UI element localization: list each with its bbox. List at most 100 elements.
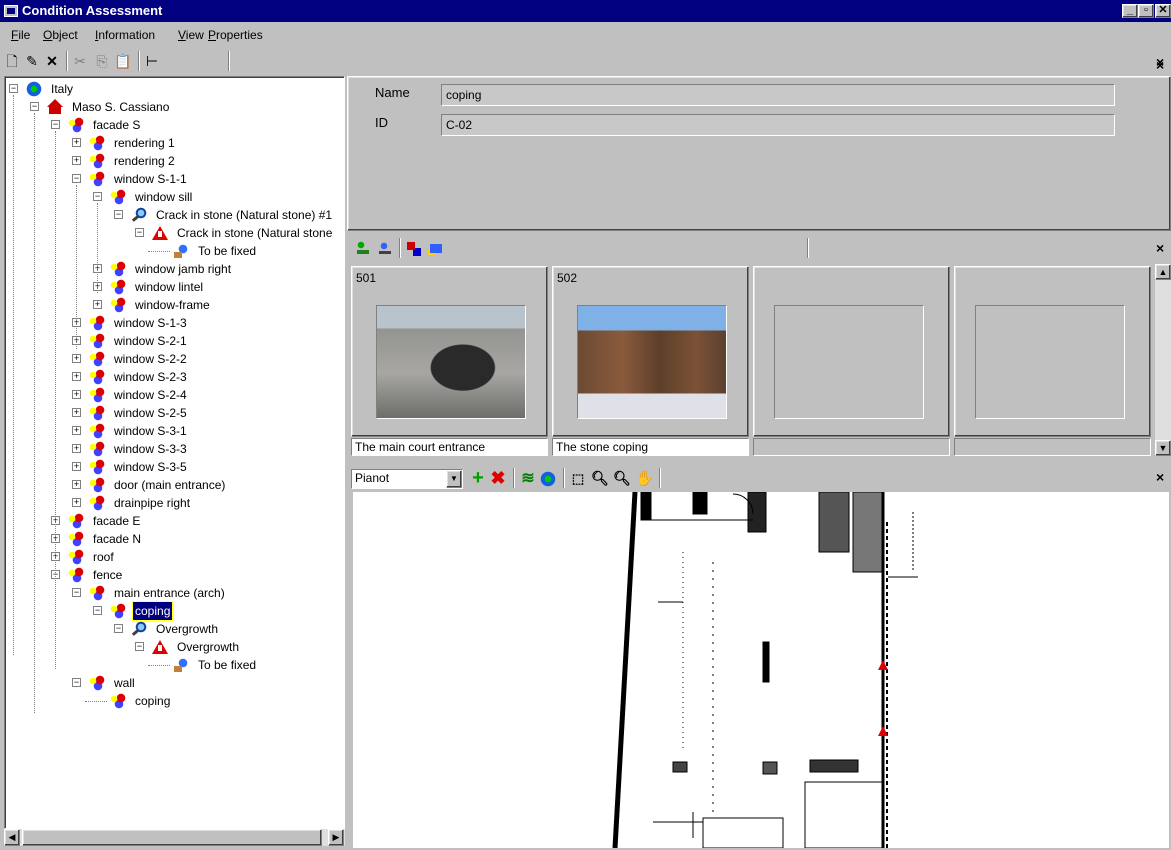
tree-node-label: window jamb right	[135, 262, 232, 276]
tree-guide-line	[13, 95, 14, 655]
globe-icon[interactable]	[539, 470, 557, 487]
scroll-up-button[interactable]: ▲	[1155, 264, 1171, 280]
collapse-icon[interactable]: −	[51, 120, 60, 129]
magnifier-icon	[130, 207, 148, 223]
object-icon	[88, 423, 106, 439]
expand-icon[interactable]: +	[72, 138, 81, 147]
menu-object[interactable]: Object	[43, 28, 78, 42]
object-icon	[88, 585, 106, 601]
photo-caption[interactable]: The main court entrance	[351, 438, 548, 456]
zoom-in-icon[interactable]: 🔍︎	[591, 470, 609, 487]
cut-icon[interactable]: ✂	[72, 53, 88, 69]
open-photo-icon[interactable]	[427, 240, 445, 257]
object-icon	[109, 279, 127, 295]
collapse-icon[interactable]: −	[72, 174, 81, 183]
window-title: Condition Assessment	[22, 3, 163, 18]
menu-view[interactable]: View	[178, 28, 204, 42]
scroll-left-button[interactable]: ◀	[4, 829, 20, 846]
tree-horizontal-scrollbar[interactable]: ◀ ▶	[4, 829, 345, 846]
collapse-icon[interactable]: −	[135, 642, 144, 651]
photo-caption[interactable]: The stone coping	[552, 438, 749, 456]
maximize-button[interactable]: ▫	[1138, 4, 1154, 18]
collapse-icon[interactable]: −	[72, 678, 81, 687]
photo-main-court-entrance[interactable]	[376, 305, 526, 419]
object-icon	[109, 693, 127, 709]
toolbar-separator	[138, 51, 140, 71]
menu-properties[interactable]: Properties	[208, 28, 263, 42]
expand-icon[interactable]: +	[72, 156, 81, 165]
menu-file[interactable]: File	[11, 28, 30, 42]
object-icon	[109, 189, 127, 205]
photo-caption-empty[interactable]	[753, 438, 950, 456]
new-icon[interactable]: 🗋	[4, 53, 20, 69]
collapse-icon[interactable]: −	[72, 588, 81, 597]
repair-icon	[172, 243, 190, 259]
collapse-icon[interactable]: −	[9, 84, 18, 93]
tree-guide-line	[76, 185, 77, 349]
expand-icon[interactable]: +	[72, 480, 81, 489]
object-icon	[88, 351, 106, 367]
object-tree[interactable]: − Italy − Maso S. Cassiano − facade S + renderi…	[4, 76, 345, 829]
app-icon[interactable]	[4, 5, 18, 17]
photo-toolbar: ×	[347, 236, 1171, 262]
expand-icon[interactable]: +	[72, 426, 81, 435]
chevron-down-icon[interactable]: ▼	[446, 470, 462, 488]
photos-vertical-scrollbar[interactable]: ▲ ▼	[1155, 264, 1171, 456]
menu-information[interactable]: Information	[95, 28, 155, 42]
expand-icon[interactable]: +	[72, 498, 81, 507]
collapse-icon[interactable]: −	[114, 210, 123, 219]
close-photos-icon[interactable]: ×	[1156, 240, 1164, 256]
expand-icon[interactable]: +	[72, 372, 81, 381]
photo-tile[interactable]: 502	[552, 266, 749, 437]
name-field[interactable]: coping	[441, 84, 1115, 106]
tree-view-icon[interactable]: ⊢	[144, 53, 160, 69]
tree-node-label: window S-3-3	[114, 442, 187, 456]
floor-select[interactable]: Pianot ▼	[351, 469, 463, 489]
pan-hand-icon[interactable]: ✋	[635, 470, 654, 487]
properties-icon[interactable]: ✎	[24, 53, 40, 69]
photo-tile-empty[interactable]	[954, 266, 1151, 437]
close-map-icon[interactable]: ×	[1156, 469, 1164, 485]
photo-tile-empty[interactable]	[753, 266, 950, 437]
expand-icon[interactable]: +	[72, 462, 81, 471]
floor-plan-map[interactable]	[353, 492, 1169, 848]
object-icon	[67, 117, 85, 133]
object-icon	[88, 387, 106, 403]
tree-node-label: window S-2-2	[114, 352, 187, 366]
photo-caption-empty[interactable]	[954, 438, 1151, 456]
id-field[interactable]: C-02	[441, 114, 1115, 136]
expand-icon[interactable]: +	[72, 408, 81, 417]
layers-icon[interactable]: ≋	[519, 470, 537, 487]
tree-connector	[148, 251, 170, 252]
expand-icon[interactable]: +	[72, 390, 81, 399]
import-photo-icon[interactable]	[405, 240, 423, 257]
scroll-down-button[interactable]: ▼	[1155, 440, 1171, 456]
expand-icon[interactable]: +	[72, 354, 81, 363]
select-icon[interactable]: ⬚	[569, 470, 587, 487]
delete-icon[interactable]: ✕	[44, 53, 60, 69]
collapse-icon[interactable]: −	[114, 624, 123, 633]
zoom-out-icon[interactable]: 🔍︎	[613, 470, 631, 487]
photo-stone-coping[interactable]	[577, 305, 727, 419]
remove-photo-icon[interactable]	[377, 240, 395, 257]
expand-icon[interactable]: +	[93, 300, 102, 309]
floor-select-value: Pianot	[355, 471, 390, 485]
delete-marker-icon[interactable]: ✖	[489, 469, 507, 487]
collapse-icon[interactable]: −	[135, 228, 144, 237]
copy-icon[interactable]: ⎘	[94, 53, 110, 69]
close-properties-icon[interactable]: ×	[1156, 54, 1164, 70]
minimize-button[interactable]: _	[1122, 4, 1138, 18]
collapse-icon[interactable]: −	[93, 606, 102, 615]
photo-tile[interactable]: 501	[351, 266, 548, 437]
paste-icon[interactable]: 📋	[114, 53, 131, 69]
collapse-icon[interactable]: −	[93, 192, 102, 201]
tree-node-label: window S-2-3	[114, 370, 187, 384]
scroll-right-button[interactable]: ▶	[328, 829, 344, 846]
scroll-thumb[interactable]	[22, 829, 322, 846]
close-button[interactable]: ✕	[1155, 4, 1171, 18]
tree-node-label: Overgrowth	[177, 640, 240, 654]
collapse-icon[interactable]: −	[30, 102, 39, 111]
expand-icon[interactable]: +	[72, 444, 81, 453]
add-photo-icon[interactable]	[355, 240, 373, 257]
add-marker-icon[interactable]: +	[469, 468, 487, 488]
